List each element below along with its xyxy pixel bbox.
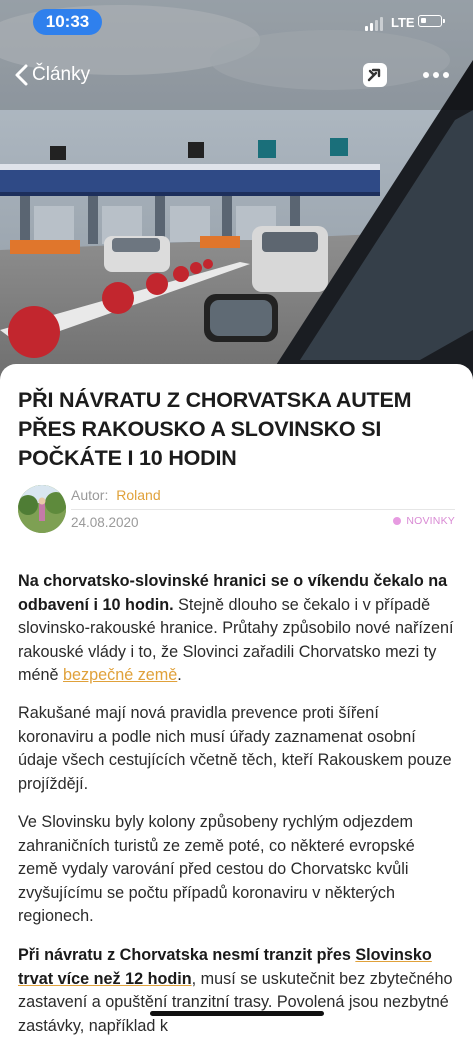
author-avatar[interactable] xyxy=(18,485,66,533)
chevron-left-icon xyxy=(15,64,28,86)
author-line: Autor: Roland xyxy=(71,487,161,503)
avatar-image xyxy=(18,485,66,533)
battery-icon xyxy=(418,15,445,27)
article-paragraph-3: Ve Slovinsku byly kolony způsobeny rychl… xyxy=(18,813,415,925)
home-indicator[interactable] xyxy=(150,1011,324,1016)
signal-strength-icon xyxy=(365,17,387,31)
status-bar: 10:33 LTE xyxy=(0,0,473,44)
article-headline: PŘI NÁVRATU Z CHORVATSKA AUTEM PŘES RAKO… xyxy=(18,388,412,470)
safe-countries-link[interactable]: bezpečné země xyxy=(63,666,177,684)
category-dot-icon xyxy=(393,517,402,525)
hero-image xyxy=(0,0,473,390)
author-name-link[interactable]: Roland xyxy=(116,487,160,503)
category-badge[interactable]: NOVINKY xyxy=(393,515,455,527)
share-icon[interactable] xyxy=(362,62,388,88)
article-paragraph-2: Rakušané mají nová pravidla prevence pro… xyxy=(18,704,452,793)
article-date: 24.08.2020 xyxy=(71,515,139,530)
back-button[interactable]: Články xyxy=(12,60,90,90)
author-label: Autor: xyxy=(71,487,109,503)
article-card: PŘI NÁVRATU Z CHORVATSKA AUTEM PŘES RAKO… xyxy=(0,364,473,1035)
meta-divider xyxy=(71,509,455,510)
back-label: Články xyxy=(32,64,91,85)
article-paragraph-1: Na chorvatsko-slovinské hranici se o vík… xyxy=(18,572,454,684)
status-time: 10:33 xyxy=(33,9,102,35)
category-label: NOVINKY xyxy=(406,515,455,527)
border-crossing-illustration xyxy=(0,0,473,390)
more-icon[interactable] xyxy=(421,65,451,85)
network-label: LTE xyxy=(391,15,415,30)
